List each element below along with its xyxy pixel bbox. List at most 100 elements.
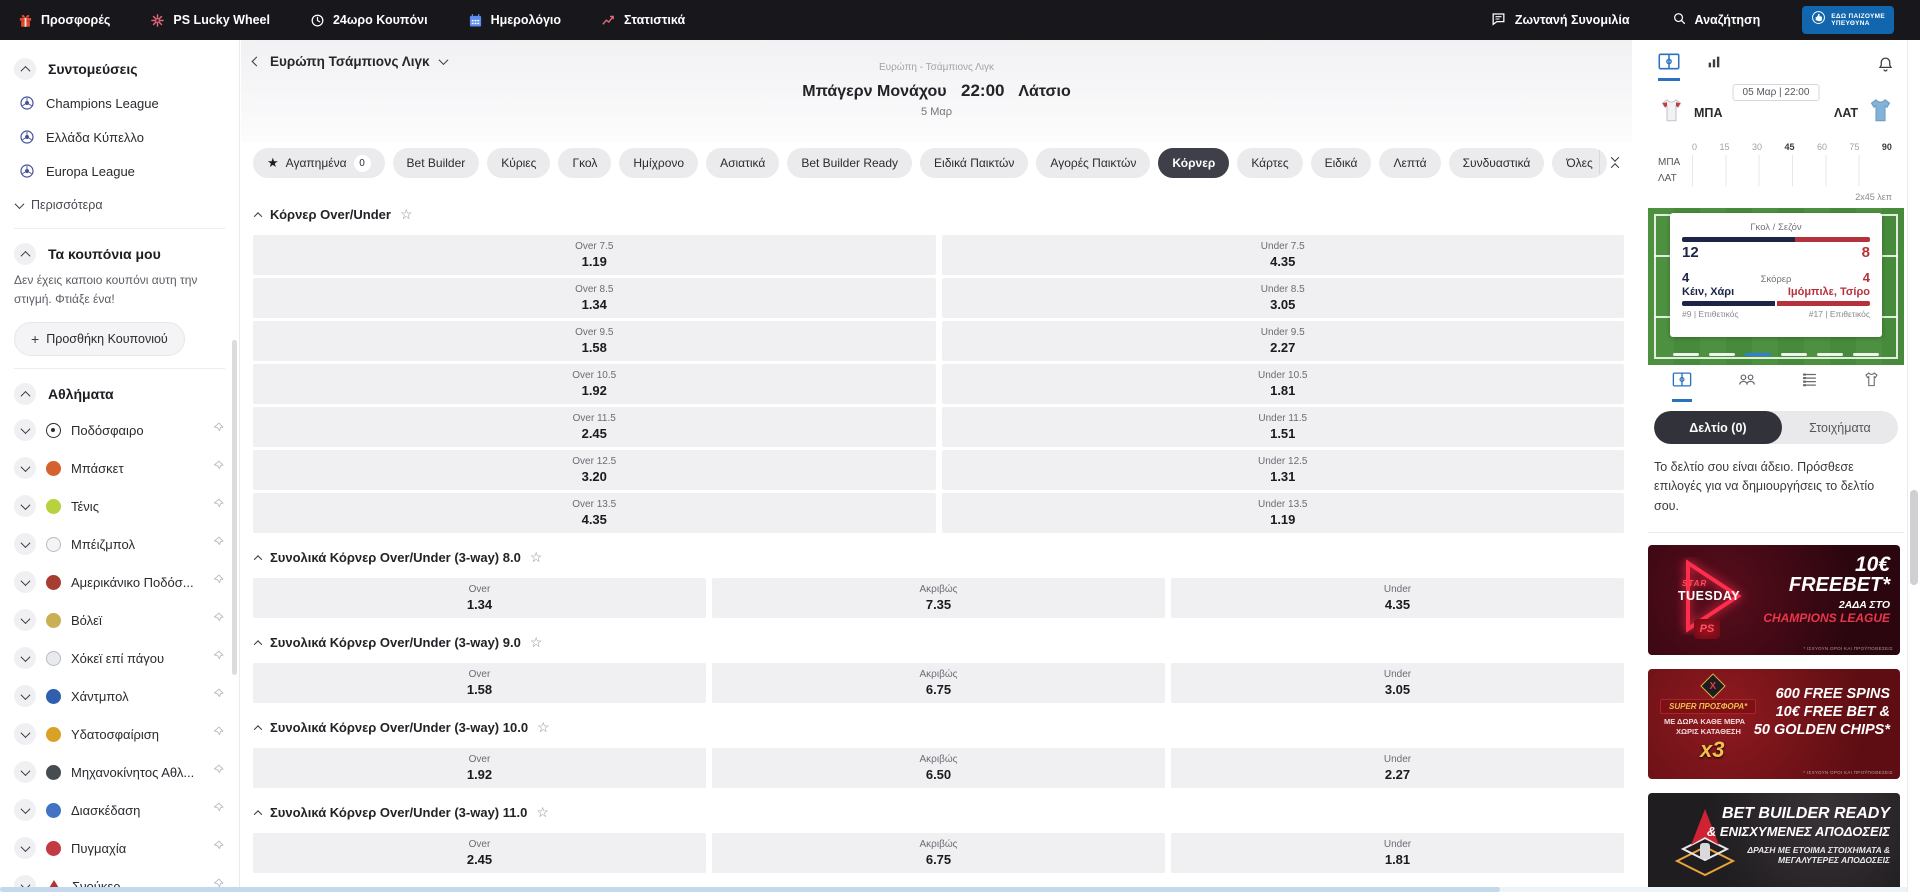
sidebar-sport-tennis[interactable]: Τένις (14, 487, 225, 525)
betslip-tab[interactable]: Δελτίο (0) (1654, 411, 1782, 444)
odds-cell[interactable]: Under 10.51.81 (942, 364, 1625, 404)
tab-αγαπημένα[interactable]: ★Αγαπημένα0 (253, 148, 385, 178)
subtab-lineups[interactable] (1863, 372, 1880, 402)
sidebar-sport-entertainment[interactable]: Διασκέδαση (14, 791, 225, 829)
pin-icon[interactable] (211, 649, 225, 668)
odds-cell[interactable]: Over 8.51.34 (253, 278, 936, 318)
odds-cell[interactable]: Over 13.54.35 (253, 493, 936, 533)
sidebar-sport-motorsport[interactable]: Μηχανοκίνητος Αθλ... (14, 753, 225, 791)
collapse-section-icon[interactable] (254, 555, 262, 563)
pin-icon[interactable] (211, 687, 225, 706)
collapse-section-icon[interactable] (254, 810, 262, 818)
odds-cell[interactable]: Under 7.54.35 (942, 235, 1625, 275)
odds-cell[interactable]: Over 9.51.58 (253, 321, 936, 361)
sports-section-header[interactable]: Αθλήματα (14, 383, 225, 405)
odds-cell[interactable]: Under 8.53.05 (942, 278, 1625, 318)
tab-κόρνερ[interactable]: Κόρνερ (1158, 148, 1229, 178)
odds-cell[interactable]: Under1.81 (1171, 833, 1624, 873)
odds-cell[interactable]: Under 12.51.31 (942, 450, 1625, 490)
nav-item-wheel[interactable]: PS Lucky Wheel (150, 13, 270, 28)
favorite-market-icon[interactable]: ☆ (537, 719, 550, 736)
sidebar-sport-boxing[interactable]: Πυγμαχία (14, 829, 225, 867)
carousel-dash[interactable] (1673, 353, 1699, 356)
pin-icon[interactable] (211, 535, 225, 554)
promo-banner-bet-builder[interactable]: BET BUILDER READY & ΕΝΙΣΧΥΜΕΝΕΣ ΑΠΟΔΟΣΕΙ… (1648, 793, 1900, 892)
tab-bet-builder[interactable]: Bet Builder (393, 148, 480, 178)
responsible-gaming-badge[interactable]: ΕΔΩ ΠΑΙΖΟΥΜΕ ΥΠΕΥΘΥΝΑ (1802, 6, 1894, 34)
sidebar-sport-baseball[interactable]: Μπέιζμπολ (14, 525, 225, 563)
pin-icon[interactable] (211, 497, 225, 516)
nav-item-calendar[interactable]: Ημερολόγιο (468, 13, 561, 28)
odds-cell[interactable]: Over 7.51.19 (253, 235, 936, 275)
favorite-market-icon[interactable]: ☆ (530, 634, 543, 651)
carousel-dash[interactable] (1745, 353, 1771, 356)
sidebar-sport-basketball[interactable]: Μπάσκετ (14, 449, 225, 487)
collapse-section-icon[interactable] (254, 725, 262, 733)
live-chat-button[interactable]: Ζωντανή Συνομιλία (1490, 11, 1630, 30)
carousel-dash[interactable] (1781, 353, 1807, 356)
sidebar-sport-water-polo[interactable]: Υδατοσφαίριση (14, 715, 225, 753)
odds-cell[interactable]: Over 10.51.92 (253, 364, 936, 404)
odds-cell[interactable]: Over1.34 (253, 578, 706, 618)
odds-cell[interactable]: Ακριβώς6.75 (712, 663, 1165, 703)
nav-item-stats[interactable]: Στατιστικά (601, 13, 685, 28)
bets-tab[interactable]: Στοιχήματα (1782, 411, 1898, 444)
carousel-dash[interactable] (1817, 353, 1843, 356)
odds-cell[interactable]: Under2.27 (1171, 748, 1624, 788)
odds-cell[interactable]: Over 11.52.45 (253, 407, 936, 447)
tab-pitch-view[interactable] (1658, 53, 1680, 81)
sidebar-sport-volleyball[interactable]: Βόλεϊ (14, 601, 225, 639)
shortcut-item[interactable]: Ελλάδα Κύπελλο (14, 120, 225, 154)
subtab-h2h[interactable] (1737, 372, 1757, 402)
pin-icon[interactable] (211, 763, 225, 782)
tab-ειδικά[interactable]: Ειδικά (1311, 148, 1372, 178)
promo-banner-free-spins[interactable]: X SUPER ΠΡΟΣΦΟΡΑ* ΜΕ ΔΩΡΑ ΚΑΘΕ ΜΕΡΑ ΧΩΡΙ… (1648, 669, 1900, 779)
pin-icon[interactable] (211, 459, 225, 478)
sidebar-sport-ice-hockey[interactable]: Χόκεϊ επί πάγου (14, 639, 225, 677)
tab-συνδυαστικά[interactable]: Συνδυαστικά (1449, 148, 1545, 178)
pin-icon[interactable] (211, 611, 225, 630)
favorite-market-icon[interactable]: ☆ (400, 206, 413, 223)
nav-item-clock[interactable]: 24ωρο Κουπόνι (310, 13, 428, 28)
odds-cell[interactable]: Under3.05 (1171, 663, 1624, 703)
more-button[interactable]: Περισσότερα (14, 188, 225, 216)
subtab-standings[interactable] (1801, 372, 1818, 402)
tab-ασιατικά[interactable]: Ασιατικά (706, 148, 779, 178)
subtab-pitch[interactable] (1672, 372, 1692, 402)
pin-icon[interactable] (211, 725, 225, 744)
tab-γκολ[interactable]: Γκολ (558, 148, 611, 178)
odds-cell[interactable]: Over1.92 (253, 748, 706, 788)
odds-cell[interactable]: Over1.58 (253, 663, 706, 703)
pin-icon[interactable] (211, 421, 225, 440)
tab-ημίχρονο[interactable]: Ημίχρονο (619, 148, 698, 178)
tab-αγορές-παικτών[interactable]: Αγορές Παικτών (1036, 148, 1150, 178)
favorite-market-icon[interactable]: ☆ (536, 804, 549, 821)
odds-cell[interactable]: Under4.35 (1171, 578, 1624, 618)
tab-κάρτες[interactable]: Κάρτες (1237, 148, 1302, 178)
add-coupon-button[interactable]: + Προσθήκη Κουπονιού (14, 322, 185, 356)
odds-cell[interactable]: Under 13.51.19 (942, 493, 1625, 533)
tab-κύριες[interactable]: Κύριες (487, 148, 550, 178)
promo-banner-freebet[interactable]: STAR TUESDAY PS 10€ FREEBET* 2ΑΔΑ ΣΤΟ CH… (1648, 545, 1900, 655)
odds-cell[interactable]: Under 9.52.27 (942, 321, 1625, 361)
odds-cell[interactable]: Over2.45 (253, 833, 706, 873)
odds-cell[interactable]: Ακριβώς6.75 (712, 833, 1165, 873)
my-coupons-section-header[interactable]: Τα κουπόνια μου (14, 243, 225, 265)
tab-λεπτά[interactable]: Λεπτά (1379, 148, 1440, 178)
collapse-markets-icon[interactable] (1612, 156, 1618, 169)
pin-icon[interactable] (211, 801, 225, 820)
sidebar-sport-soccer[interactable]: Ποδόσφαιρο (14, 411, 225, 449)
sidebar-sport-american-football[interactable]: Αμερικάνικο Ποδόσ... (14, 563, 225, 601)
sidebar-sport-handball[interactable]: Χάντμπολ (14, 677, 225, 715)
carousel-dash[interactable] (1853, 353, 1879, 356)
carousel-dash[interactable] (1709, 353, 1735, 356)
shortcuts-section-header[interactable]: Συντομεύσεις (14, 58, 225, 80)
page-horizontal-scrollbar[interactable] (0, 887, 1907, 892)
pin-icon[interactable] (211, 839, 225, 858)
pin-icon[interactable] (211, 573, 225, 592)
shortcut-item[interactable]: Champions League (14, 86, 225, 120)
odds-cell[interactable]: Under 11.51.51 (942, 407, 1625, 447)
odds-cell[interactable]: Ακριβώς7.35 (712, 578, 1165, 618)
favorite-market-icon[interactable]: ☆ (530, 549, 543, 566)
search-button[interactable]: Αναζήτηση (1672, 11, 1761, 29)
